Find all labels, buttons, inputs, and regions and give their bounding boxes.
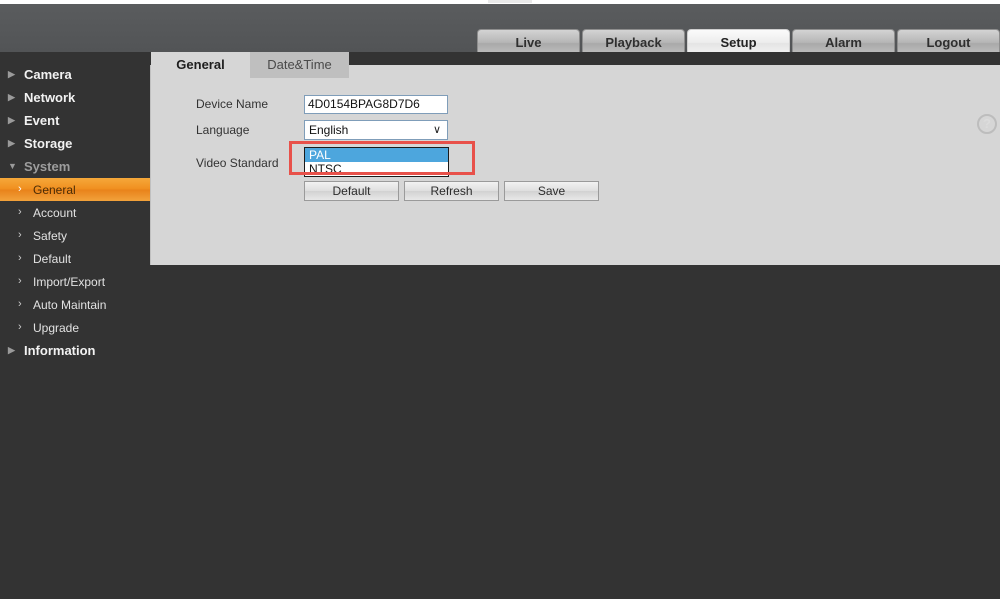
video-standard-option-pal[interactable]: PAL (305, 148, 448, 162)
chevron-right-icon: › (18, 321, 22, 333)
chevron-right-icon: › (18, 229, 22, 241)
field-row-language: Language English ∨ (151, 117, 1000, 143)
sidebar-item-default[interactable]: › Default (0, 247, 150, 270)
sidebar-item-account[interactable]: › Account (0, 201, 150, 224)
sidebar-item-storage[interactable]: ▶ Storage (0, 132, 150, 155)
language-select[interactable]: English ∨ (304, 120, 448, 140)
sidebar-item-auto-maintain[interactable]: › Auto Maintain (0, 293, 150, 316)
sidebar-item-label: Camera (24, 67, 72, 82)
language-select-value: English (309, 123, 349, 137)
sidebar-item-label: Storage (24, 136, 73, 151)
sidebar-item-system[interactable]: ▼ System (0, 155, 150, 178)
tab-date-time[interactable]: Date&Time (250, 52, 349, 78)
sidebar-item-label: General (33, 182, 76, 197)
sidebar-item-safety[interactable]: › Safety (0, 224, 150, 247)
content-tab-strip: General Date&Time (151, 52, 349, 78)
sidebar-nav: ▶ Camera ▶ Network ▶ Event ▶ Storage ▼ System › Gen… (0, 52, 150, 599)
chevron-right-icon: › (18, 206, 22, 218)
sidebar-item-general[interactable]: › General (0, 178, 150, 201)
sidebar-item-network[interactable]: ▶ Network (0, 86, 150, 109)
sidebar-item-information[interactable]: ▶ Information (0, 339, 150, 362)
sidebar-item-label: Upgrade (33, 320, 80, 335)
triangle-down-icon: ▼ (8, 161, 17, 171)
sidebar-item-event[interactable]: ▶ Event (0, 109, 150, 132)
sidebar-item-label: Safety (33, 228, 68, 243)
sidebar-item-label: Network (24, 90, 76, 105)
video-standard-listbox[interactable]: PAL NTSC (304, 147, 449, 177)
app-root: Live Playback Setup Alarm Logout ▶ Camera ▶ Net… (0, 0, 1000, 599)
app-body: ▶ Camera ▶ Network ▶ Event ▶ Storage ▼ System › Gen… (0, 52, 1000, 599)
triangle-right-icon: ▶ (8, 92, 15, 102)
sidebar-item-upgrade[interactable]: › Upgrade (0, 316, 150, 339)
chevron-right-icon: › (18, 183, 22, 195)
sidebar-item-label: Import/Export (33, 274, 106, 289)
sidebar-item-label: Account (33, 205, 77, 220)
sidebar-item-camera[interactable]: ▶ Camera (0, 63, 150, 86)
triangle-right-icon: ▶ (8, 138, 15, 148)
tab-general[interactable]: General (151, 52, 250, 78)
device-name-input[interactable] (304, 94, 448, 114)
sidebar-item-label: Event (24, 113, 60, 128)
sidebar-item-label: Default (33, 251, 72, 266)
sidebar-item-label: System (24, 159, 71, 174)
video-standard-option-ntsc[interactable]: NTSC (305, 162, 448, 176)
device-name-control (304, 94, 448, 114)
form-button-row: Default Refresh Save (304, 181, 599, 201)
sidebar-item-label: Auto Maintain (33, 297, 107, 312)
save-button[interactable]: Save (504, 181, 599, 201)
field-row-video-standard: Video Standard (151, 143, 1000, 183)
triangle-right-icon: ▶ (8, 69, 15, 79)
sidebar-item-import-export[interactable]: › Import/Export (0, 270, 150, 293)
triangle-right-icon: ▶ (8, 115, 15, 125)
default-button[interactable]: Default (304, 181, 399, 201)
chevron-down-icon: ∨ (432, 124, 441, 136)
help-icon[interactable]: ? (977, 114, 997, 134)
chevron-right-icon: › (18, 252, 22, 264)
chevron-right-icon: › (18, 275, 22, 287)
content-panel: GeneralDate&Time Device Name Language En… (150, 52, 1000, 265)
sidebar-item-label: Information (24, 343, 96, 358)
refresh-button[interactable]: Refresh (404, 181, 499, 201)
language-control: English ∨ (304, 120, 448, 140)
app-header: Live Playback Setup Alarm Logout (0, 4, 1000, 56)
triangle-right-icon: ▶ (8, 345, 15, 355)
chevron-right-icon: › (18, 298, 22, 310)
cropped-chrome-fragment (488, 0, 532, 3)
field-row-device-name: Device Name (151, 91, 1000, 117)
